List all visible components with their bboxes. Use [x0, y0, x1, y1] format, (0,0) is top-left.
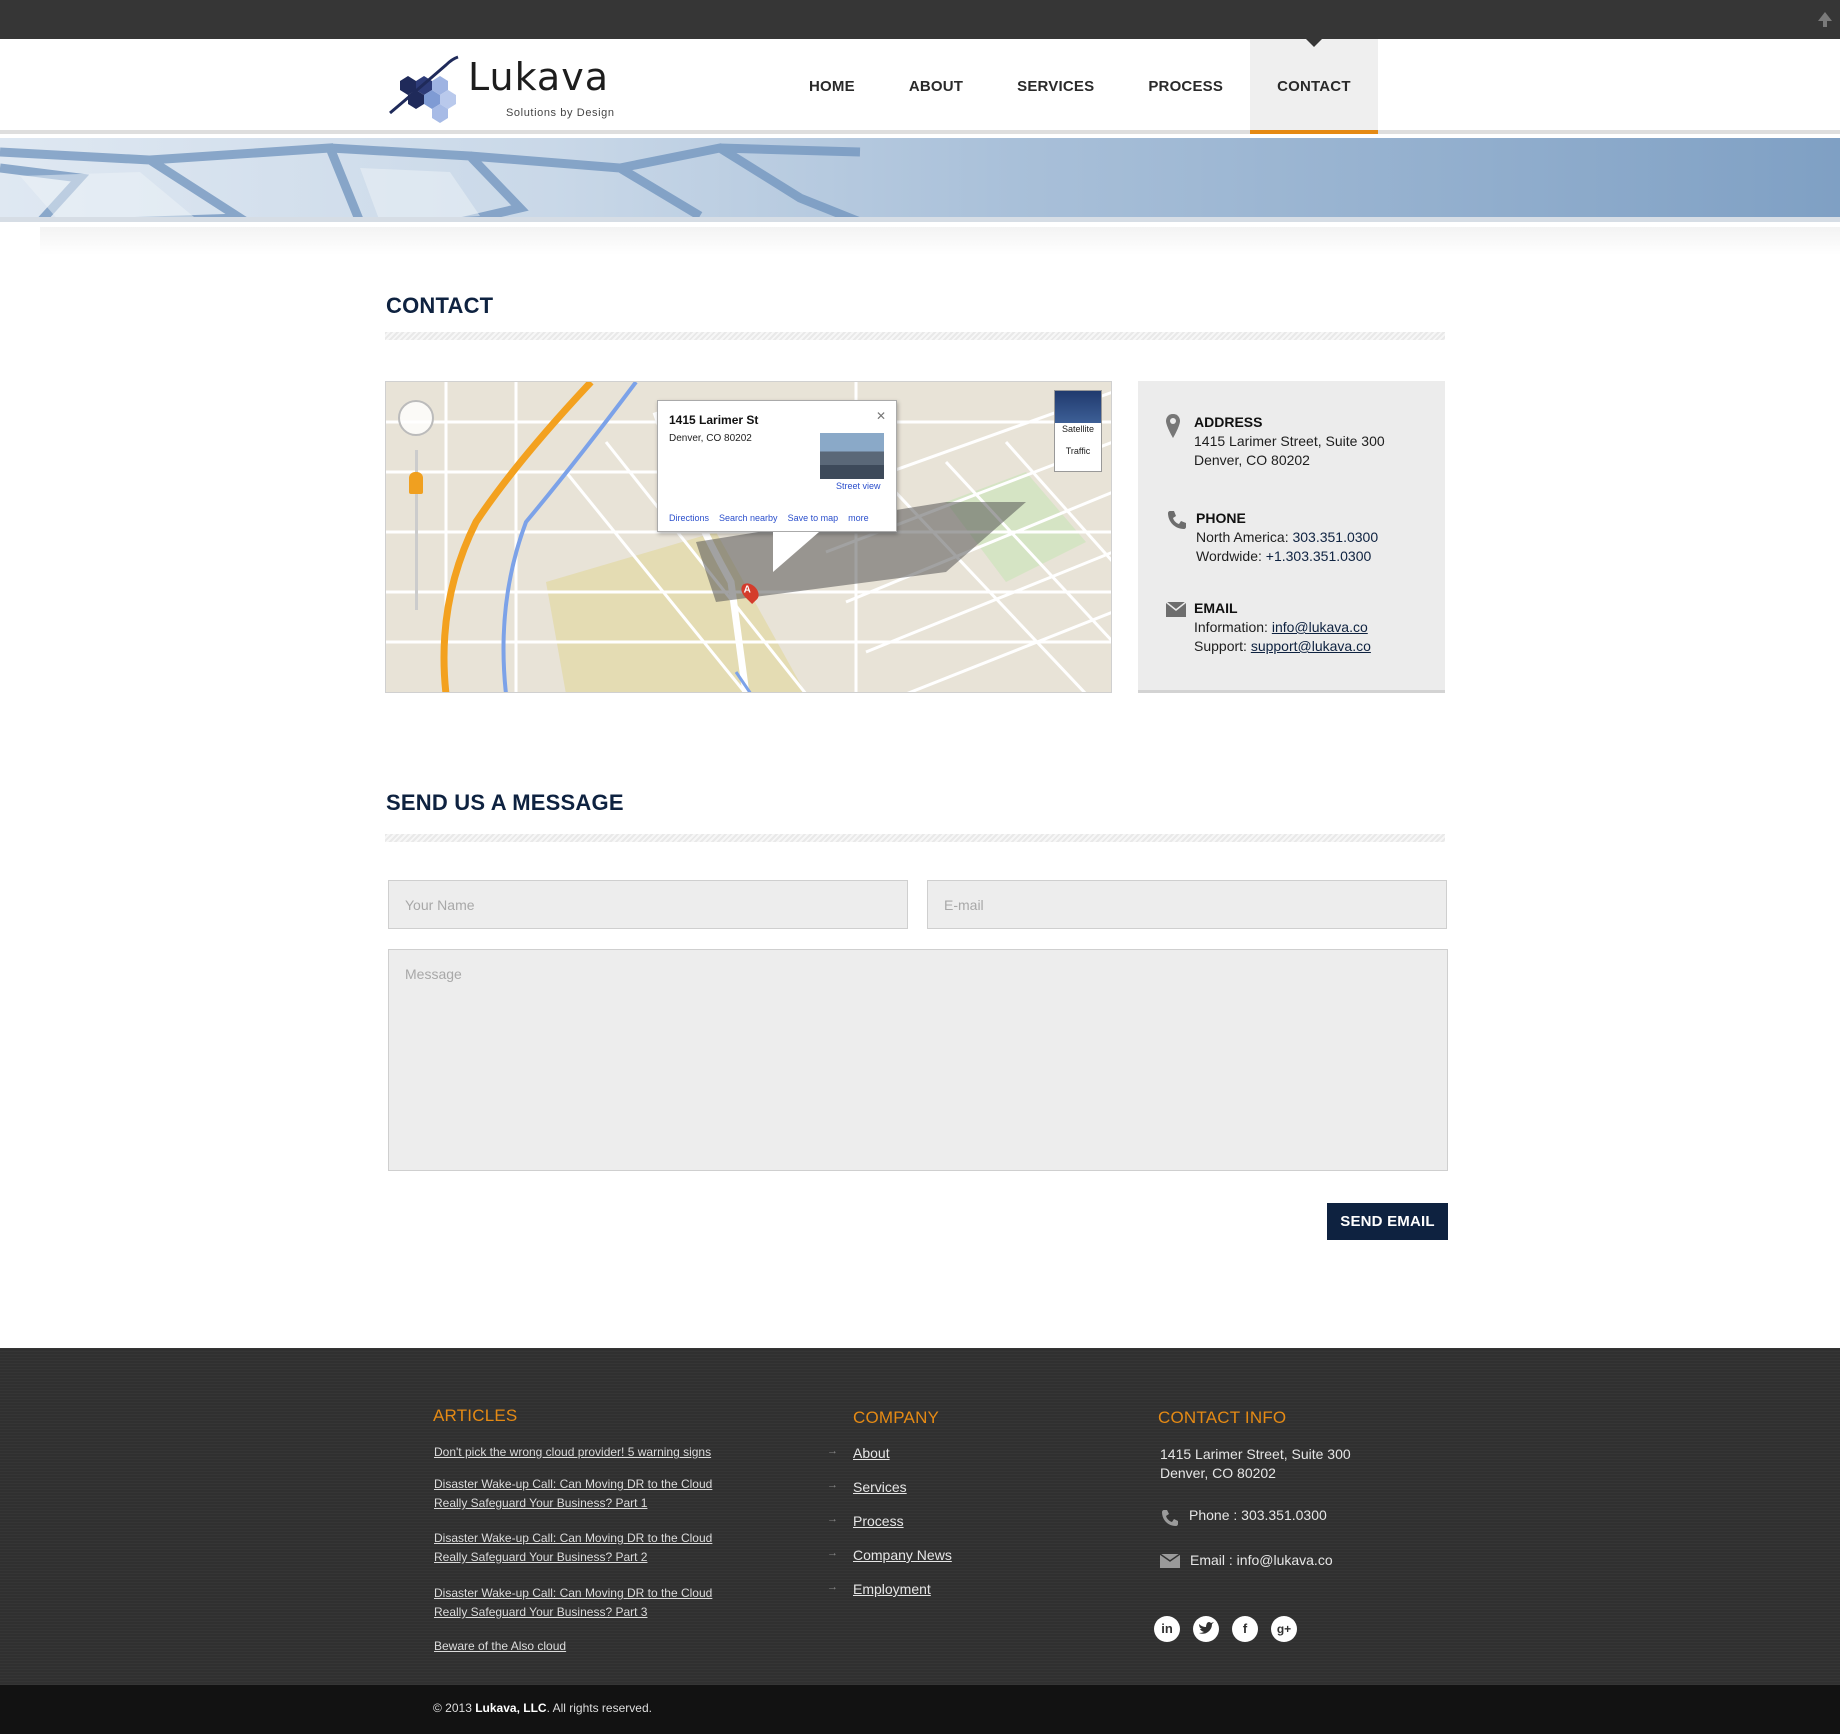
search-nearby-link[interactable]: Search nearby — [719, 513, 778, 523]
info-window-address: Denver, CO 80202 — [669, 433, 752, 444]
phone-north-america: North America: 303.351.0300 — [1196, 529, 1379, 545]
phone-block: PHONE North America: 303.351.0300 Wordwi… — [1196, 509, 1378, 566]
footer-phone: Phone : 303.351.0300 — [1189, 1507, 1327, 1523]
articles-heading: ARTICLES — [433, 1406, 518, 1425]
map-type-control[interactable]: Satellite Traffic — [1054, 390, 1102, 472]
logo-tagline: Solutions by Design — [506, 107, 615, 119]
facebook-icon[interactable]: f — [1232, 1616, 1258, 1642]
map-pan-control[interactable] — [398, 400, 434, 436]
banner-pattern — [0, 143, 861, 217]
email-label: EMAIL — [1194, 600, 1238, 616]
article-link[interactable]: Disaster Wake-up Call: Can Moving DR to … — [434, 1475, 724, 1513]
map-info-window: 1415 Larimer St Denver, CO 80202 ✕ Stree… — [657, 400, 897, 572]
banner-shadow — [40, 227, 1840, 255]
article-link[interactable]: Disaster Wake-up Call: Can Moving DR to … — [434, 1584, 724, 1622]
footer-email: Email : info@lukava.co — [1190, 1552, 1333, 1568]
info-window-links: Directions Search nearby Save to map mor… — [669, 513, 869, 523]
email-support: Support: support@lukava.co — [1194, 638, 1371, 654]
pegman-icon[interactable] — [409, 472, 423, 494]
contact-info-heading: CONTACT INFO — [1158, 1408, 1287, 1427]
footer-link-process[interactable]: → Process — [827, 1513, 904, 1529]
contact-info-panel: ADDRESS 1415 Larimer Street, Suite 300 D… — [1138, 381, 1445, 693]
traffic-option[interactable]: Traffic — [1055, 445, 1101, 457]
article-link[interactable]: Don't pick the wrong cloud provider! 5 w… — [434, 1443, 734, 1462]
copyright-text: © 2013 Lukava, LLC. All rights reserved. — [433, 1701, 652, 1715]
phone-icon — [1168, 511, 1186, 529]
street-view-thumbnail[interactable] — [820, 433, 884, 479]
save-to-map-link[interactable]: Save to map — [788, 513, 839, 523]
name-input[interactable] — [388, 880, 908, 929]
twitter-icon[interactable] — [1193, 1616, 1219, 1642]
logo-wordmark: Lukava — [468, 55, 609, 99]
copyright-bar: © 2013 Lukava, LLC. All rights reserved. — [0, 1685, 1840, 1734]
send-email-button[interactable]: SEND EMAIL — [1327, 1203, 1448, 1240]
info-window-title: 1415 Larimer St — [669, 413, 759, 427]
article-link[interactable]: Beware of the Also cloud — [434, 1637, 734, 1656]
email-input[interactable] — [927, 880, 1447, 929]
close-icon[interactable]: ✕ — [876, 409, 886, 423]
section-divider — [385, 834, 1445, 842]
google-map[interactable]: A 1415 Larimer St Denver, CO 80202 ✕ Str… — [385, 381, 1112, 693]
site-header: Lukava Solutions by Design HOME ABOUT SE… — [0, 39, 1840, 134]
email-info-link[interactable]: info@lukava.co — [1272, 619, 1368, 635]
linkedin-icon[interactable]: in — [1154, 1616, 1180, 1642]
scroll-top-icon[interactable] — [1818, 12, 1832, 27]
company-heading: COMPANY — [853, 1408, 940, 1427]
contact-heading: CONTACT — [386, 293, 494, 318]
address-line1: 1415 Larimer Street, Suite 300 — [1194, 433, 1385, 449]
address-line2: Denver, CO 80202 — [1194, 452, 1310, 468]
email-information: Information: info@lukava.co — [1194, 619, 1368, 635]
footer-address: 1415 Larimer Street, Suite 300 Denver, C… — [1160, 1446, 1351, 1481]
article-link[interactable]: Disaster Wake-up Call: Can Moving DR to … — [434, 1529, 724, 1567]
footer-link-company-news[interactable]: → Company News — [827, 1547, 952, 1563]
footer-link-services[interactable]: → Services — [827, 1479, 907, 1495]
nav-process[interactable]: PROCESS — [1121, 39, 1250, 134]
satellite-option[interactable]: Satellite — [1055, 423, 1101, 435]
email-icon — [1166, 602, 1186, 617]
footer-link-employment[interactable]: → Employment — [827, 1581, 931, 1597]
nav-home[interactable]: HOME — [782, 39, 882, 134]
site-footer: ARTICLES Don't pick the wrong cloud prov… — [0, 1348, 1840, 1685]
more-link[interactable]: more — [848, 513, 869, 523]
street-view-link[interactable]: Street view — [836, 481, 881, 491]
section-divider — [385, 332, 1445, 340]
phone-worldwide: Wordwide: +1.303.351.0300 — [1196, 548, 1372, 564]
top-bar — [0, 0, 1840, 39]
footer-link-about[interactable]: → About — [827, 1445, 890, 1461]
nav-services[interactable]: SERVICES — [990, 39, 1121, 134]
email-block: EMAIL Information: info@lukava.co Suppor… — [1194, 599, 1371, 656]
logo[interactable]: Lukava Solutions by Design — [386, 51, 661, 123]
nav-about[interactable]: ABOUT — [882, 39, 990, 134]
email-support-link[interactable]: support@lukava.co — [1251, 638, 1371, 654]
location-pin-icon — [1166, 414, 1180, 438]
email-icon — [1160, 1554, 1180, 1568]
phone-icon — [1162, 1510, 1178, 1526]
message-heading: SEND US A MESSAGE — [386, 790, 624, 815]
google-plus-icon[interactable]: g+ — [1271, 1616, 1297, 1642]
nav-contact[interactable]: CONTACT — [1250, 39, 1378, 134]
logo-hexagons-icon — [389, 55, 459, 123]
address-block: ADDRESS 1415 Larimer Street, Suite 300 D… — [1194, 413, 1385, 470]
address-label: ADDRESS — [1194, 414, 1263, 430]
message-textarea[interactable] — [388, 949, 1448, 1171]
header-banner — [0, 138, 1840, 222]
main-nav: HOME ABOUT SERVICES PROCESS CONTACT — [782, 39, 1378, 134]
directions-link[interactable]: Directions — [669, 513, 709, 523]
phone-label: PHONE — [1196, 510, 1246, 526]
